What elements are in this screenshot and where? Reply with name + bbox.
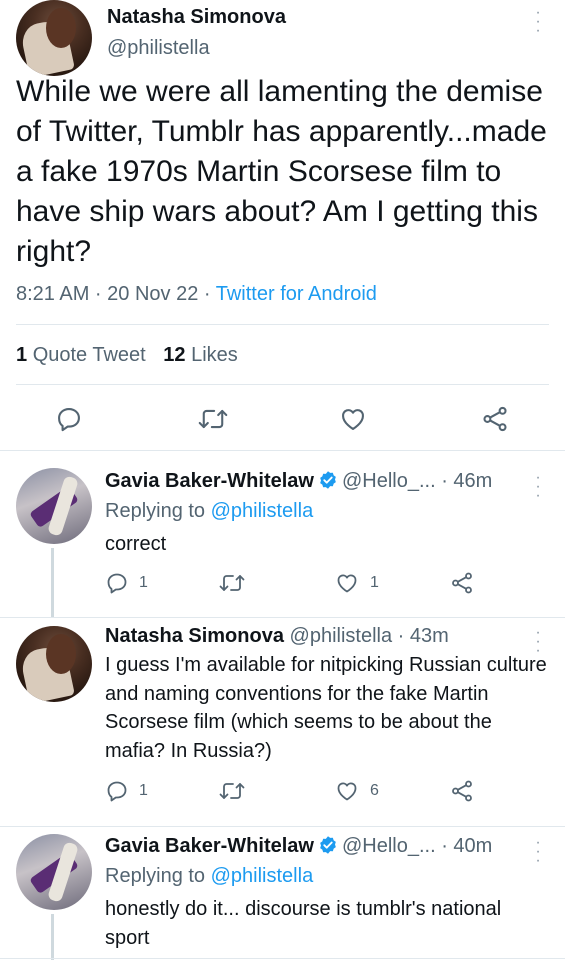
like-count[interactable]: 12 [163, 344, 185, 366]
like-icon [337, 574, 357, 593]
reply-handle-time[interactable]: @philistella · 43m [290, 625, 449, 647]
retweet-button[interactable] [219, 779, 245, 803]
reply-author-avatar[interactable] [16, 468, 92, 544]
reply-author-avatar[interactable] [16, 834, 92, 910]
reply-count: 1 [139, 574, 148, 591]
divider [0, 617, 565, 618]
thread-line [51, 548, 54, 618]
like-button[interactable]: 1 [334, 571, 379, 595]
divider [0, 958, 565, 959]
tweet-source-link[interactable]: Twitter for Android [216, 283, 377, 305]
reply-button[interactable]: 1 [105, 779, 148, 803]
quote-label[interactable]: Quote Tweet [33, 344, 146, 366]
reply-icon [107, 781, 127, 802]
more-icon[interactable]: · · · [533, 834, 543, 868]
reply-author-avatar[interactable] [16, 626, 92, 702]
reply-icon [107, 573, 127, 594]
reply-author-name[interactable]: Gavia Baker-Whitelaw [105, 470, 314, 492]
quote-count[interactable]: 1 [16, 344, 27, 366]
replying-mention[interactable]: @philistella [211, 500, 314, 522]
replying-to: Replying to @philistella [105, 500, 313, 523]
thread-line [51, 914, 54, 960]
retweet-button[interactable] [219, 571, 245, 595]
replying-prefix: Replying to [105, 865, 211, 887]
reply-button[interactable]: 1 [105, 571, 148, 595]
replying-prefix: Replying to [105, 500, 211, 522]
main-author-name[interactable]: Natasha Simonova [107, 6, 286, 29]
reply-text: correct [105, 533, 167, 555]
divider [0, 826, 565, 827]
like-icon[interactable] [338, 405, 368, 433]
reply-text: I guess I'm available for nitpicking Rus… [105, 654, 547, 762]
retweet-icon[interactable] [198, 405, 228, 433]
more-icon[interactable]: · · · [533, 4, 543, 38]
divider [16, 324, 549, 325]
verified-badge-icon [320, 471, 336, 489]
replying-to: Replying to @philistella [105, 865, 313, 888]
retweet-icon [219, 575, 245, 591]
reply-author-name[interactable]: Natasha Simonova [105, 625, 284, 647]
share-icon [452, 780, 472, 802]
reply-handle-time[interactable]: @Hello_... · 46m [342, 470, 492, 492]
reply-icon[interactable] [55, 405, 83, 433]
verified-badge-icon [320, 836, 336, 854]
tweet-meta: 8:21 AM · 20 Nov 22 · Twitter for Androi… [16, 283, 377, 306]
divider [16, 384, 549, 385]
reply-header: Gavia Baker-Whitelaw @Hello_... · 46m [105, 470, 492, 493]
tweet-stats: 1 Quote Tweet 12 Likes [16, 344, 238, 367]
like-icon [337, 782, 357, 801]
replying-mention[interactable]: @philistella [211, 865, 314, 887]
main-author-handle[interactable]: @philistella [107, 37, 210, 60]
retweet-icon [219, 783, 245, 799]
main-tweet-text: While we were all lamenting the demise o… [16, 75, 547, 268]
main-author-avatar[interactable] [16, 0, 92, 76]
share-button[interactable] [450, 571, 474, 595]
reply-count: 1 [139, 782, 148, 799]
share-icon[interactable] [481, 405, 509, 433]
like-button[interactable]: 6 [334, 779, 379, 803]
share-icon [452, 572, 472, 594]
reply-header: Natasha Simonova @philistella · 43m [105, 625, 449, 648]
divider [0, 450, 565, 451]
reply-author-name[interactable]: Gavia Baker-Whitelaw [105, 835, 314, 857]
more-icon[interactable]: · · · [533, 469, 543, 503]
like-label[interactable]: Likes [191, 344, 238, 366]
reply-text: honestly do it... discourse is tumblr's … [105, 898, 502, 949]
share-button[interactable] [450, 779, 474, 803]
tweet-timestamp: 8:21 AM · 20 Nov 22 · [16, 283, 216, 305]
reply-header: Gavia Baker-Whitelaw @Hello_... · 40m [105, 835, 492, 858]
like-count: 6 [370, 782, 379, 799]
reply-handle-time[interactable]: @Hello_... · 40m [342, 835, 492, 857]
like-count: 1 [370, 574, 379, 591]
